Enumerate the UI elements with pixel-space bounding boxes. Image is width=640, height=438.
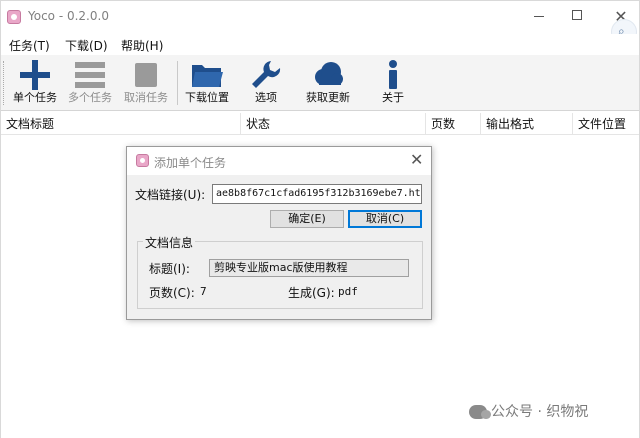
about-label: 关于 bbox=[382, 91, 404, 104]
doc-title-field: 剪映专业版mac版使用教程 bbox=[209, 259, 409, 277]
menu-bar: 任务(T) 下载(D) 帮助(H) bbox=[1, 34, 639, 54]
menu-task[interactable]: 任务(T) bbox=[9, 37, 50, 54]
cancel-task-button[interactable]: 取消任务 bbox=[119, 57, 173, 109]
column-output-format[interactable]: 输出格式 bbox=[481, 113, 573, 135]
download-location-button[interactable]: 下载位置 bbox=[181, 57, 233, 109]
multi-task-label: 多个任务 bbox=[68, 91, 112, 104]
column-status[interactable]: 状态 bbox=[241, 113, 426, 135]
toolbar-grip[interactable] bbox=[3, 61, 6, 105]
window-title: Yoco - 0.2.0.0 bbox=[28, 9, 109, 23]
toolbar-separator bbox=[177, 61, 178, 105]
dialog-close-button[interactable]: ✕ bbox=[410, 150, 423, 169]
folder-icon bbox=[192, 65, 223, 87]
minimize-icon bbox=[534, 16, 544, 17]
cancel-task-label: 取消任务 bbox=[124, 91, 168, 104]
pages-value: 7 bbox=[200, 285, 207, 298]
single-task-label: 单个任务 bbox=[13, 91, 57, 104]
options-button[interactable]: 选项 bbox=[241, 57, 291, 109]
list-icon bbox=[75, 62, 105, 88]
minimize-button[interactable] bbox=[519, 5, 559, 29]
pages-label: 页数(C): bbox=[149, 286, 195, 300]
cloud-icon bbox=[315, 62, 343, 85]
column-doc-title[interactable]: 文档标题 bbox=[1, 113, 241, 135]
get-update-button[interactable]: 获取更新 bbox=[299, 57, 357, 109]
dialog-title: 添加单个任务 bbox=[154, 156, 227, 170]
format-value: pdf bbox=[338, 285, 358, 298]
download-location-label: 下载位置 bbox=[185, 91, 229, 104]
stop-icon bbox=[135, 63, 157, 87]
about-button[interactable]: 关于 bbox=[373, 57, 413, 109]
ok-button[interactable]: 确定(E) bbox=[270, 210, 344, 228]
add-single-task-dialog: 添加单个任务 ✕ 文档链接(U): ae8b8f67c1cfad6195f312… bbox=[126, 146, 432, 320]
wechat-icon bbox=[469, 405, 491, 419]
maximize-icon bbox=[572, 10, 582, 20]
single-task-button[interactable]: 单个任务 bbox=[9, 57, 61, 109]
column-pages[interactable]: 页数 bbox=[426, 113, 481, 135]
options-label: 选项 bbox=[255, 91, 277, 104]
watermark-text: 公众号 · 织物祝 bbox=[491, 404, 589, 420]
app-logo-icon bbox=[7, 10, 21, 24]
task-list-header: 文档标题 状态 页数 输出格式 文件位置 bbox=[1, 113, 639, 135]
wrench-icon bbox=[252, 61, 281, 88]
close-icon: ✕ bbox=[410, 150, 424, 169]
menu-help[interactable]: 帮助(H) bbox=[121, 37, 163, 54]
multi-task-button[interactable]: 多个任务 bbox=[63, 57, 117, 109]
cancel-button[interactable]: 取消(C) bbox=[348, 210, 422, 228]
dialog-app-icon bbox=[136, 154, 149, 167]
menu-download[interactable]: 下载(D) bbox=[65, 37, 108, 54]
info-icon bbox=[389, 60, 397, 89]
dialog-title-bar: 添加单个任务 ✕ bbox=[127, 147, 431, 175]
column-file-location[interactable]: 文件位置 bbox=[573, 113, 639, 135]
title-bar: Yoco - 0.2.0.0 ✕ ⌕ bbox=[1, 1, 639, 45]
toolbar: 单个任务 多个任务 取消任务 下载位置 选项 获取更新 关于 bbox=[1, 55, 639, 111]
main-window: Yoco - 0.2.0.0 ✕ ⌕ 任务(T) 下载(D) 帮助(H) 单个任… bbox=[0, 0, 640, 438]
doc-info-group-title: 文档信息 bbox=[143, 234, 196, 251]
doc-link-input[interactable]: ae8b8f67c1cfad6195f312b3169ebe7.html bbox=[212, 184, 422, 204]
link-label: 文档链接(U): bbox=[135, 188, 206, 202]
maximize-button[interactable] bbox=[557, 5, 597, 29]
format-label: 生成(G): bbox=[288, 286, 335, 300]
watermark: 公众号 · 织物祝 bbox=[469, 401, 588, 421]
get-update-label: 获取更新 bbox=[306, 91, 350, 104]
plus-icon bbox=[20, 60, 50, 90]
title-label: 标题(I): bbox=[149, 262, 190, 276]
